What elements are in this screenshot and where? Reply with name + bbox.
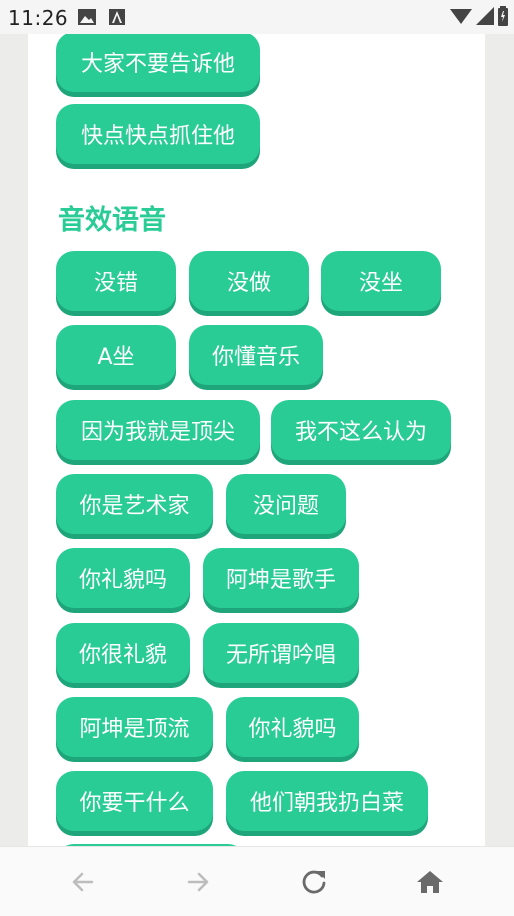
sound-button[interactable]: 你懂音乐	[189, 325, 323, 385]
gallery-notification-icon	[78, 9, 96, 29]
wifi-icon	[450, 7, 472, 29]
bottom-nav	[0, 846, 514, 916]
sound-button[interactable]: 你礼貌吗	[226, 697, 359, 757]
content-card: 大家不要告诉他 快点快点抓住他 音效语音 没错 没做 没坐 A坐 你懂音乐 因为…	[28, 34, 485, 846]
a-notification-icon	[109, 9, 125, 29]
section-title: 音效语音	[58, 205, 166, 236]
sound-button[interactable]: 没坐	[321, 251, 441, 311]
status-time: 11:26	[8, 6, 69, 30]
signal-icon	[476, 7, 494, 29]
sound-button[interactable]: 阿坤是歌手	[203, 548, 359, 608]
sound-button[interactable]: 你是艺术家	[56, 474, 213, 534]
sound-button[interactable]: 你礼貌吗	[56, 548, 190, 608]
sound-button-dajia[interactable]: 大家不要告诉他	[56, 34, 260, 92]
sound-button[interactable]: 阿坤是顶流	[56, 697, 213, 757]
reload-icon[interactable]	[297, 865, 331, 899]
sound-button[interactable]: 无所谓吟唱	[203, 623, 359, 683]
page-content: 大家不要告诉他 快点快点抓住他 音效语音 没错 没做 没坐 A坐 你懂音乐 因为…	[0, 34, 514, 846]
sound-button[interactable]: 他们朝我扔白菜	[226, 771, 428, 831]
sound-button[interactable]: 没问题	[226, 474, 346, 534]
sound-button[interactable]: 没做	[189, 251, 309, 311]
sound-button[interactable]: 因为我就是顶尖	[56, 400, 260, 460]
sound-button[interactable]: 没错	[56, 251, 176, 311]
status-bar: 11:26	[0, 0, 514, 34]
sound-button[interactable]: A坐	[56, 325, 176, 385]
sound-button[interactable]: 我不这么认为	[271, 400, 451, 460]
sound-button[interactable]: 你很礼貌	[56, 623, 190, 683]
sound-button-kuaidian[interactable]: 快点快点抓住他	[56, 104, 260, 164]
forward-icon[interactable]	[181, 865, 215, 899]
battery-icon	[498, 6, 508, 30]
sound-button[interactable]: 你要干什么	[56, 771, 213, 831]
home-icon[interactable]	[413, 865, 447, 899]
back-icon[interactable]	[66, 865, 100, 899]
